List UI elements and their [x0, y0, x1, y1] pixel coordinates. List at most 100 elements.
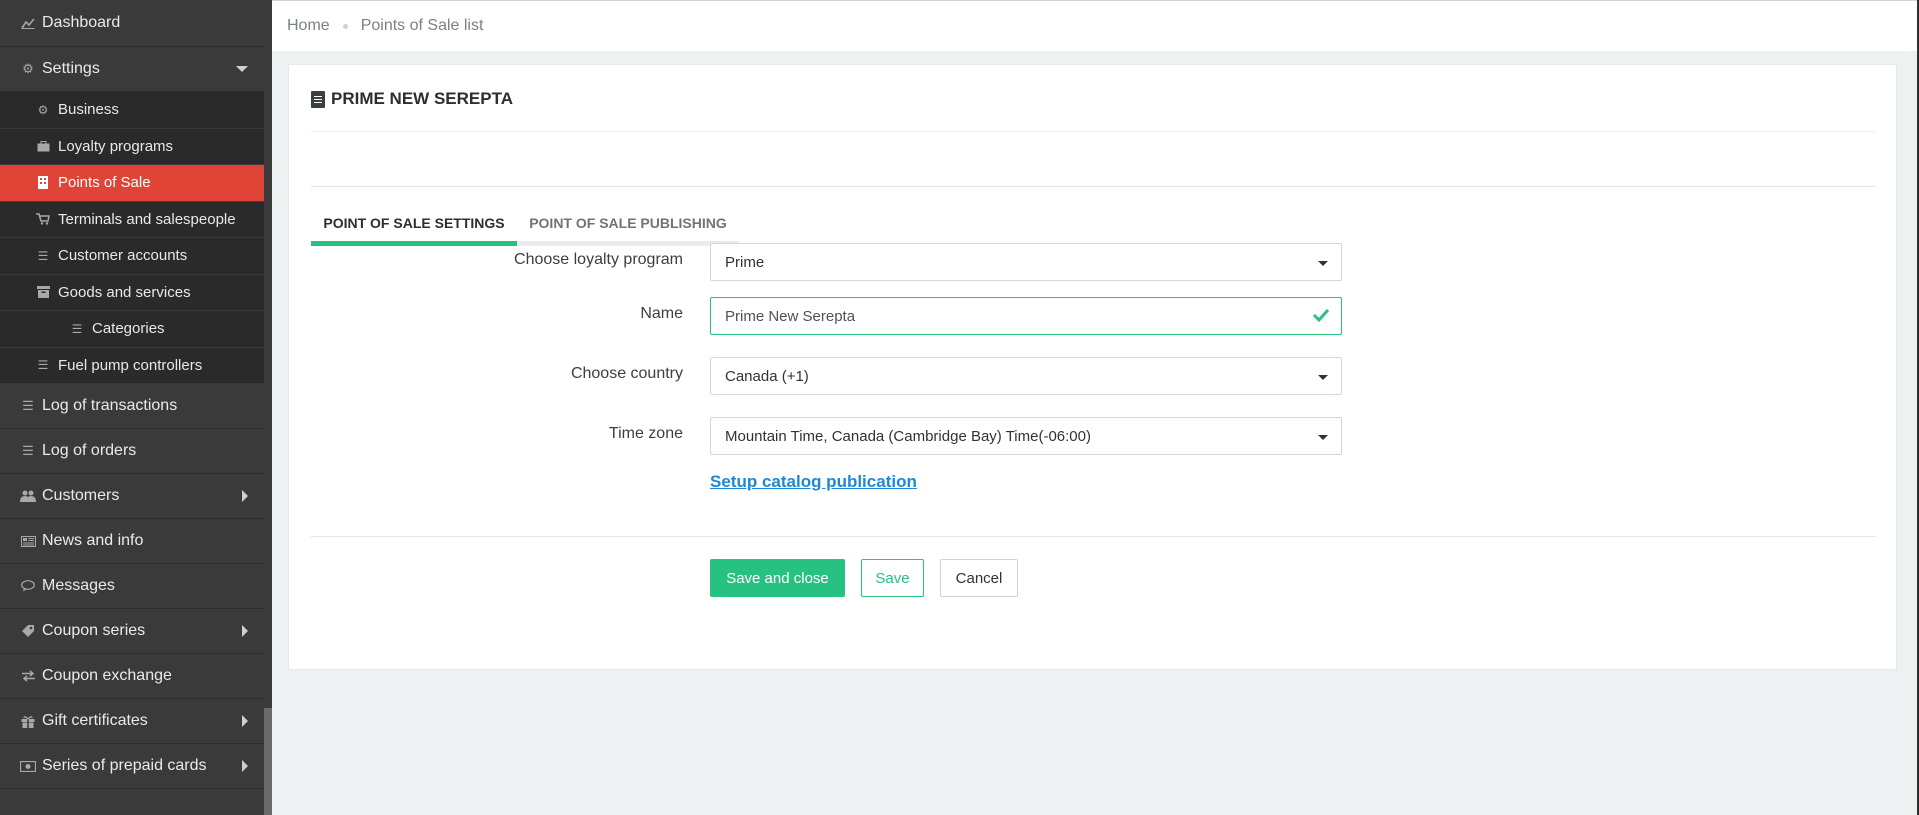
exchange-icon — [20, 670, 36, 682]
sidebar-item-label: Messages — [42, 577, 115, 594]
gift-icon — [20, 715, 36, 728]
list-icon: ☰ — [22, 398, 34, 413]
sidebar-item-label: Dashboard — [42, 14, 121, 31]
loyalty-program-label: Choose loyalty program — [514, 251, 683, 268]
gear-icon: ⚙ — [37, 102, 49, 117]
sidebar-item-customer-accounts[interactable]: ☰ Customer accounts — [0, 238, 264, 275]
sidebar-item-label: News and info — [42, 532, 144, 549]
sidebar-item-log-orders[interactable]: ☰ Log of orders — [0, 429, 264, 474]
name-label: Name — [640, 305, 683, 322]
briefcase-icon — [36, 140, 50, 152]
sidebar-item-news[interactable]: News and info — [0, 519, 264, 564]
chevron-right-icon — [242, 490, 248, 502]
chart-icon — [20, 17, 36, 29]
list-icon: ☰ — [37, 358, 49, 373]
sidebar-item-gift-certificates[interactable]: Gift certificates — [0, 699, 264, 744]
sidebar-item-business[interactable]: ⚙ Business — [0, 92, 264, 129]
country-label: Choose country — [570, 365, 683, 382]
sidebar-item-label: Fuel pump controllers — [58, 356, 203, 374]
sidebar: Dashboard ⚙ Settings ⚙ Business Loyalty … — [0, 0, 264, 815]
name-value: Prime New Serepta — [725, 307, 856, 325]
sidebar-item-messages[interactable]: Messages — [0, 564, 264, 609]
tabs: POINT OF SALE SETTINGS POINT OF SALE PUB… — [311, 127, 739, 246]
breadcrumb-current: Points of Sale list — [360, 17, 484, 34]
sidebar-item-fuel-pump[interactable]: ☰ Fuel pump controllers — [0, 348, 264, 384]
sidebar-item-label: Series of prepaid cards — [42, 757, 207, 774]
list-icon: ☰ — [37, 248, 49, 263]
sidebar-item-points-of-sale[interactable]: Points of Sale — [0, 165, 264, 202]
save-and-close-button[interactable]: Save and close — [710, 559, 845, 597]
chevron-right-icon — [242, 625, 248, 637]
loyalty-program-select[interactable]: Prime — [710, 243, 1342, 281]
timezone-label: Time zone — [608, 425, 683, 442]
page-title-text: PRIME NEW SEREPTA — [331, 89, 513, 108]
tab-point-of-sale-publishing[interactable]: POINT OF SALE PUBLISHING — [517, 127, 739, 246]
country-value: Canada (+1) — [725, 367, 809, 385]
sidebar-item-prepaid-cards[interactable]: Series of prepaid cards — [0, 744, 264, 789]
sidebar-scrollbar-thumb[interactable] — [264, 708, 272, 815]
sidebar-item-partial[interactable] — [0, 789, 264, 815]
sidebar-item-label: Customers — [42, 487, 120, 504]
chevron-down-icon — [236, 66, 248, 72]
comment-icon — [20, 580, 36, 592]
chevron-right-icon — [242, 760, 248, 772]
users-icon — [20, 490, 36, 502]
caret-down-icon — [1318, 261, 1328, 266]
sidebar-item-loyalty-programs[interactable]: Loyalty programs — [0, 129, 264, 165]
timezone-select[interactable]: Mountain Time, Canada (Cambridge Bay) Ti… — [710, 417, 1342, 455]
sidebar-item-label: Gift certificates — [42, 712, 148, 729]
sidebar-item-label: Goods and services — [58, 283, 191, 301]
sidebar-item-categories[interactable]: ☰ Categories — [0, 311, 264, 348]
breadcrumb-home-link[interactable]: Home — [287, 17, 330, 35]
save-button[interactable]: Save — [861, 559, 924, 597]
tab-point-of-sale-settings[interactable]: POINT OF SALE SETTINGS — [311, 127, 517, 246]
divider — [311, 536, 1876, 537]
page-title: PRIME NEW SEREPTA — [311, 89, 513, 109]
sidebar-item-label: Terminals and salespeople — [58, 210, 236, 228]
list-icon: ☰ — [22, 443, 34, 458]
tag-icon — [20, 624, 36, 638]
caret-down-icon — [1318, 435, 1328, 440]
sidebar-item-settings[interactable]: ⚙ Settings — [0, 47, 264, 92]
archive-icon — [36, 286, 50, 299]
cancel-button[interactable]: Cancel — [940, 559, 1018, 597]
sidebar-item-log-transactions[interactable]: ☰ Log of transactions — [0, 384, 264, 429]
newspaper-icon — [20, 535, 36, 547]
breadcrumb: Home Points of Sale list — [272, 0, 1919, 51]
sidebar-item-label: Customer accounts — [58, 247, 188, 265]
tab-label: POINT OF SALE PUBLISHING — [529, 215, 727, 231]
caret-down-icon — [1318, 375, 1328, 380]
list-icon: ☰ — [71, 321, 83, 336]
tab-indicator — [517, 241, 739, 246]
setup-catalog-link[interactable]: Setup catalog publication — [710, 472, 917, 492]
gear-icon: ⚙ — [22, 61, 34, 76]
tab-label: POINT OF SALE SETTINGS — [323, 215, 505, 231]
sidebar-item-goods-services[interactable]: Goods and services — [0, 275, 264, 311]
timezone-value: Mountain Time, Canada (Cambridge Bay) Ti… — [725, 427, 1091, 445]
money-icon — [20, 760, 36, 772]
settings-submenu: ⚙ Business Loyalty programs Points of Sa… — [0, 92, 264, 384]
building-icon — [36, 176, 50, 190]
sidebar-item-label: Loyalty programs — [58, 137, 174, 155]
cart-icon — [36, 213, 50, 225]
sidebar-item-label: Log of transactions — [42, 397, 178, 414]
sidebar-scrollbar[interactable] — [264, 0, 272, 815]
check-icon — [1311, 305, 1331, 325]
sidebar-item-label: Points of Sale — [58, 174, 151, 192]
sidebar-item-label: Coupon series — [42, 622, 146, 639]
building-icon — [311, 90, 325, 108]
country-select[interactable]: Canada (+1) — [710, 357, 1342, 395]
sidebar-item-coupon-series[interactable]: Coupon series — [0, 609, 264, 654]
sidebar-item-terminals[interactable]: Terminals and salespeople — [0, 202, 264, 238]
sidebar-item-label: Settings — [42, 60, 100, 77]
sidebar-item-label: Categories — [92, 320, 165, 338]
point-of-sale-card: PRIME NEW SEREPTA POINT OF SALE SETTINGS… — [288, 64, 1897, 670]
name-input[interactable]: Prime New Serepta — [710, 297, 1342, 335]
loyalty-program-value: Prime — [725, 253, 765, 271]
sidebar-item-dashboard[interactable]: Dashboard — [0, 0, 264, 47]
breadcrumb-separator — [342, 23, 348, 29]
sidebar-item-coupon-exchange[interactable]: Coupon exchange — [0, 654, 264, 699]
sidebar-item-label: Log of orders — [42, 442, 137, 459]
sidebar-item-label: Business — [58, 101, 119, 119]
sidebar-item-customers[interactable]: Customers — [0, 474, 264, 519]
